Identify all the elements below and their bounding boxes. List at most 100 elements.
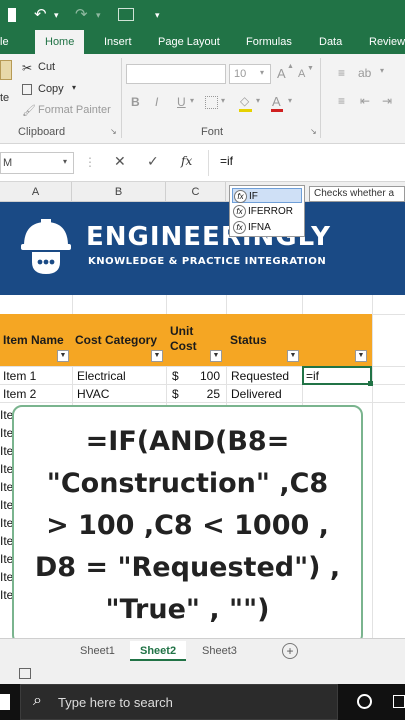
formula-overlay-card: =IF(AND(B8= "Construction" ,C8 > 100 ,C8…: [12, 405, 363, 645]
column-header-a[interactable]: A: [0, 182, 72, 202]
save-icon[interactable]: [8, 8, 16, 22]
filter-dropdown-icon[interactable]: ▼: [57, 350, 69, 362]
title-bar: ↶ ▾ ↷ ▾ ▾: [0, 0, 405, 30]
header-item-name: Item Name ▼: [0, 314, 72, 366]
cut-button[interactable]: Cut: [38, 61, 55, 73]
customize-toolbar-icon[interactable]: ▾: [155, 10, 160, 21]
name-box-value: M: [3, 157, 13, 169]
font-color-dropdown-icon[interactable]: ▾: [288, 96, 292, 105]
orientation-icon[interactable]: ab: [358, 66, 371, 80]
filter-dropdown-icon[interactable]: ▼: [151, 350, 163, 362]
borders-dropdown-icon[interactable]: ▾: [221, 96, 225, 105]
formula-overlay-text: =IF(AND(B8= "Construction" ,C8 > 100 ,C8…: [14, 421, 361, 631]
paste-button[interactable]: te: [0, 92, 9, 104]
cell-unit-cost[interactable]: 25: [190, 387, 220, 401]
format-painter-button[interactable]: Format Painter: [38, 104, 111, 116]
shrink-arrow-icon: ▼: [307, 65, 314, 72]
active-cell[interactable]: =if: [302, 366, 373, 386]
sheet-tab-sheet1[interactable]: Sheet1: [80, 641, 115, 661]
start-icon[interactable]: [0, 694, 10, 710]
cut-icon[interactable]: ✂: [22, 61, 32, 75]
form-icon[interactable]: [118, 8, 134, 21]
header-result: ▼: [302, 314, 372, 366]
tab-insert[interactable]: Insert: [104, 30, 132, 54]
fill-dropdown-icon[interactable]: ▾: [256, 96, 260, 105]
tab-home[interactable]: Home: [35, 30, 85, 54]
column-header-b[interactable]: B: [72, 182, 166, 202]
font-size-box[interactable]: 10 ▾: [229, 64, 271, 84]
header-cost-category: Cost Category ▼: [72, 314, 166, 366]
font-size-dropdown-icon[interactable]: ▾: [260, 68, 264, 77]
bold-button[interactable]: B: [131, 95, 140, 109]
cell-cost-category[interactable]: Electrical: [77, 369, 126, 383]
autocomplete-item[interactable]: fx IFNA: [232, 220, 302, 235]
status-bar: [0, 664, 405, 684]
grow-font-button[interactable]: A: [277, 66, 286, 81]
sheet-tab-sheet3[interactable]: Sheet3: [202, 641, 237, 661]
redo-dropdown-icon[interactable]: ▾: [96, 10, 101, 21]
autocomplete-item[interactable]: fx IF: [232, 188, 302, 203]
font-name-box[interactable]: [126, 64, 226, 84]
name-box[interactable]: M ▾: [0, 152, 74, 174]
undo-icon[interactable]: ↶: [34, 5, 47, 23]
italic-button[interactable]: I: [155, 95, 158, 109]
fill-color-icon[interactable]: ◇: [240, 94, 249, 108]
header-status-label: Status: [230, 333, 267, 347]
filter-dropdown-icon[interactable]: ▼: [210, 350, 222, 362]
undo-dropdown-icon[interactable]: ▾: [54, 10, 59, 21]
column-header-c[interactable]: C: [166, 182, 226, 202]
formula-input[interactable]: =if: [220, 154, 233, 168]
function-tooltip: Checks whether a: [309, 186, 405, 202]
ribbon-tabs: le Home Insert Page Layout Formulas Data…: [0, 30, 405, 54]
autocomplete-item[interactable]: fx IFERROR: [232, 204, 302, 219]
header-unit-cost-label: Unit Cost: [170, 324, 197, 353]
banner-subtitle: KNOWLEDGE & PRACTICE INTEGRATION: [88, 256, 327, 267]
tab-page-layout[interactable]: Page Layout: [158, 30, 220, 54]
tab-review[interactable]: Review: [369, 30, 405, 54]
cell-status[interactable]: Requested: [231, 369, 289, 383]
tab-file[interactable]: le: [0, 30, 9, 54]
copy-dropdown-icon[interactable]: ▾: [72, 83, 76, 92]
font-launcher-icon[interactable]: ↘: [310, 127, 317, 136]
sheet-tab-sheet2[interactable]: Sheet2: [130, 641, 187, 661]
function-icon: fx: [233, 205, 246, 218]
copy-icon[interactable]: [22, 84, 32, 95]
function-icon: fx: [233, 221, 246, 234]
cell-status[interactable]: Delivered: [231, 387, 282, 401]
task-view-icon[interactable]: [393, 695, 405, 708]
underline-dropdown-icon[interactable]: ▾: [190, 96, 194, 105]
name-box-dropdown-icon[interactable]: ▾: [63, 157, 67, 166]
cell-item-name[interactable]: Item 1: [3, 369, 36, 383]
cancel-icon[interactable]: ✕: [114, 153, 126, 170]
increase-indent-icon[interactable]: ⇥: [382, 94, 392, 108]
cell-item-name[interactable]: Item 2: [3, 387, 36, 401]
borders-icon[interactable]: [205, 96, 218, 109]
cortana-icon[interactable]: [357, 694, 372, 709]
orientation-dropdown-icon[interactable]: ▾: [380, 66, 384, 75]
shrink-font-button[interactable]: A: [298, 68, 305, 80]
tab-formulas[interactable]: Formulas: [246, 30, 292, 54]
macro-record-icon[interactable]: [19, 668, 31, 679]
underline-button[interactable]: U: [177, 95, 186, 109]
add-sheet-icon[interactable]: +: [282, 643, 298, 659]
formula-line: =IF(AND(B8=: [85, 426, 290, 457]
copy-button[interactable]: Copy: [38, 83, 64, 95]
ribbon-home: te ✂ Cut Copy ▾ 🖌 Format Painter Clipboa…: [0, 54, 405, 144]
font-color-icon[interactable]: A: [272, 94, 281, 109]
taskbar-search[interactable]: ⌕ Type here to search: [20, 684, 338, 720]
fill-handle[interactable]: [368, 381, 373, 386]
cell-cost-category[interactable]: HVAC: [77, 387, 109, 401]
filter-dropdown-icon[interactable]: ▼: [355, 350, 367, 362]
filter-dropdown-icon[interactable]: ▼: [287, 350, 299, 362]
paste-icon[interactable]: [0, 60, 12, 80]
cell-unit-cost[interactable]: 100: [190, 369, 220, 383]
decrease-indent-icon[interactable]: ⇤: [360, 94, 370, 108]
redo-icon[interactable]: ↷: [75, 5, 88, 23]
insert-function-button[interactable]: fx: [181, 154, 192, 168]
enter-icon[interactable]: ✓: [147, 153, 159, 170]
align-left-icon[interactable]: ≡: [338, 94, 345, 108]
clipboard-launcher-icon[interactable]: ↘: [110, 127, 117, 136]
tab-data[interactable]: Data: [319, 30, 342, 54]
align-lines-icon[interactable]: ≡: [338, 66, 345, 80]
header-item-name-label: Item Name: [3, 333, 64, 347]
